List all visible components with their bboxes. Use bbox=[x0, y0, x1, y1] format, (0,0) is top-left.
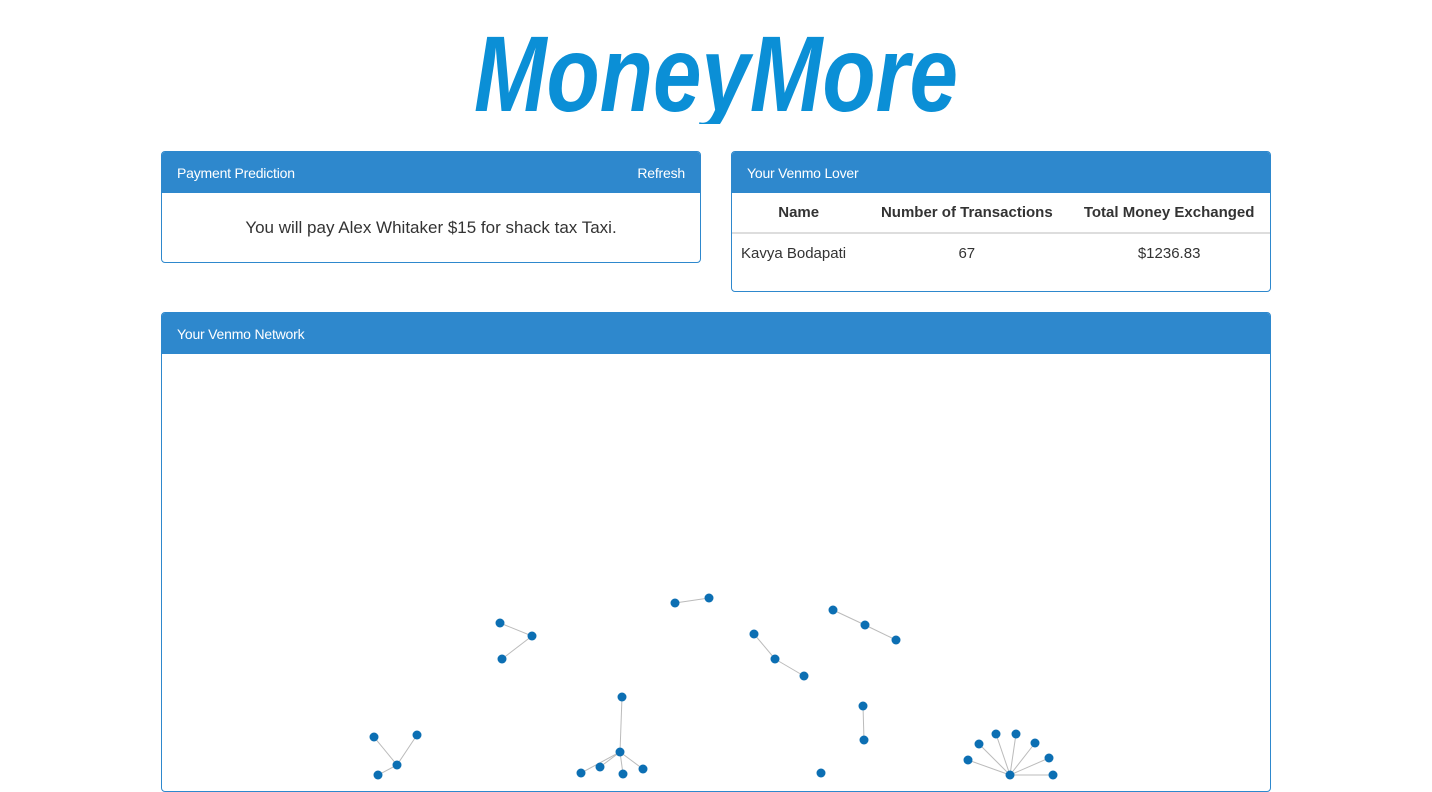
venmo-network-panel: Your Venmo Network bbox=[161, 312, 1271, 792]
network-node[interactable] bbox=[1030, 738, 1040, 748]
network-edge bbox=[967, 759, 1011, 776]
table-row: Kavya Bodapati 67 $1236.83 bbox=[732, 233, 1270, 273]
network-node[interactable] bbox=[859, 735, 869, 745]
refresh-button[interactable]: Refresh bbox=[637, 165, 685, 181]
network-node[interactable] bbox=[497, 654, 507, 664]
network-node[interactable] bbox=[816, 768, 826, 778]
network-node[interactable] bbox=[495, 618, 505, 628]
table-header-row: Name Number of Transactions Total Money … bbox=[732, 193, 1270, 234]
lover-total-money-cell: $1236.83 bbox=[1137, 245, 1201, 262]
network-node[interactable] bbox=[858, 701, 868, 711]
network-node[interactable] bbox=[1048, 770, 1058, 780]
network-node[interactable] bbox=[373, 770, 383, 780]
payment-prediction-panel: Payment Prediction Refresh You will pay … bbox=[161, 151, 701, 263]
network-node[interactable] bbox=[576, 768, 586, 778]
logo-text: MoneyMore bbox=[474, 14, 958, 124]
network-node[interactable] bbox=[595, 762, 605, 772]
network-edge bbox=[1009, 757, 1050, 776]
network-node[interactable] bbox=[974, 739, 984, 749]
network-node[interactable] bbox=[770, 654, 780, 664]
network-node[interactable] bbox=[1011, 729, 1021, 739]
network-node[interactable] bbox=[1044, 753, 1054, 763]
payment-prediction-title: Payment Prediction bbox=[177, 164, 295, 181]
column-header-name: Name bbox=[732, 193, 866, 234]
network-edge bbox=[619, 696, 623, 753]
prediction-message: You will pay Alex Whitaker $15 for shack… bbox=[245, 217, 617, 237]
logo-wordmark: MoneyMore bbox=[474, 14, 958, 124]
network-node[interactable] bbox=[392, 760, 402, 770]
network-graph[interactable] bbox=[162, 354, 1270, 792]
network-node[interactable] bbox=[991, 729, 1001, 739]
network-node[interactable] bbox=[617, 692, 627, 702]
network-node[interactable] bbox=[527, 631, 537, 641]
column-header-transactions: Number of Transactions bbox=[865, 193, 1069, 234]
network-node[interactable] bbox=[369, 732, 379, 742]
app-logo: MoneyMore bbox=[0, 14, 1432, 124]
network-edge bbox=[864, 624, 897, 641]
network-edge bbox=[396, 734, 418, 766]
column-header-total-money: Total Money Exchanged bbox=[1068, 193, 1270, 234]
lover-name-cell: Kavya Bodapati bbox=[741, 245, 847, 262]
network-node[interactable] bbox=[618, 769, 628, 779]
venmo-lover-heading: Your Venmo Lover bbox=[732, 152, 1270, 193]
venmo-lover-panel: Your Venmo Lover Name Number of Transact… bbox=[731, 151, 1271, 292]
network-node[interactable] bbox=[749, 629, 759, 639]
network-edge bbox=[862, 705, 865, 741]
venmo-network-heading: Your Venmo Network bbox=[162, 313, 1270, 354]
venmo-lover-title: Your Venmo Lover bbox=[747, 164, 859, 181]
network-node[interactable] bbox=[799, 671, 809, 681]
network-node[interactable] bbox=[704, 593, 714, 603]
network-node[interactable] bbox=[891, 635, 901, 645]
network-edge bbox=[373, 736, 398, 766]
venmo-network-title: Your Venmo Network bbox=[177, 325, 305, 342]
network-node[interactable] bbox=[860, 620, 870, 630]
venmo-lover-table: Name Number of Transactions Total Money … bbox=[732, 193, 1270, 273]
network-edge bbox=[674, 597, 710, 604]
network-node[interactable] bbox=[828, 605, 838, 615]
network-node[interactable] bbox=[670, 598, 680, 608]
network-edge bbox=[995, 733, 1011, 776]
network-node[interactable] bbox=[412, 730, 422, 740]
network-edge bbox=[499, 622, 533, 637]
network-edge bbox=[501, 635, 533, 660]
network-node[interactable] bbox=[1005, 770, 1015, 780]
network-edge bbox=[978, 743, 1011, 776]
network-edge bbox=[832, 609, 866, 626]
network-node[interactable] bbox=[615, 747, 625, 757]
network-edge bbox=[774, 658, 805, 677]
network-edge bbox=[753, 633, 776, 660]
payment-prediction-body: You will pay Alex Whitaker $15 for shack… bbox=[162, 193, 700, 262]
network-node[interactable] bbox=[963, 755, 973, 765]
lover-transactions-cell: 67 bbox=[958, 245, 976, 262]
payment-prediction-heading: Payment Prediction Refresh bbox=[162, 152, 700, 193]
network-node[interactable] bbox=[638, 764, 648, 774]
